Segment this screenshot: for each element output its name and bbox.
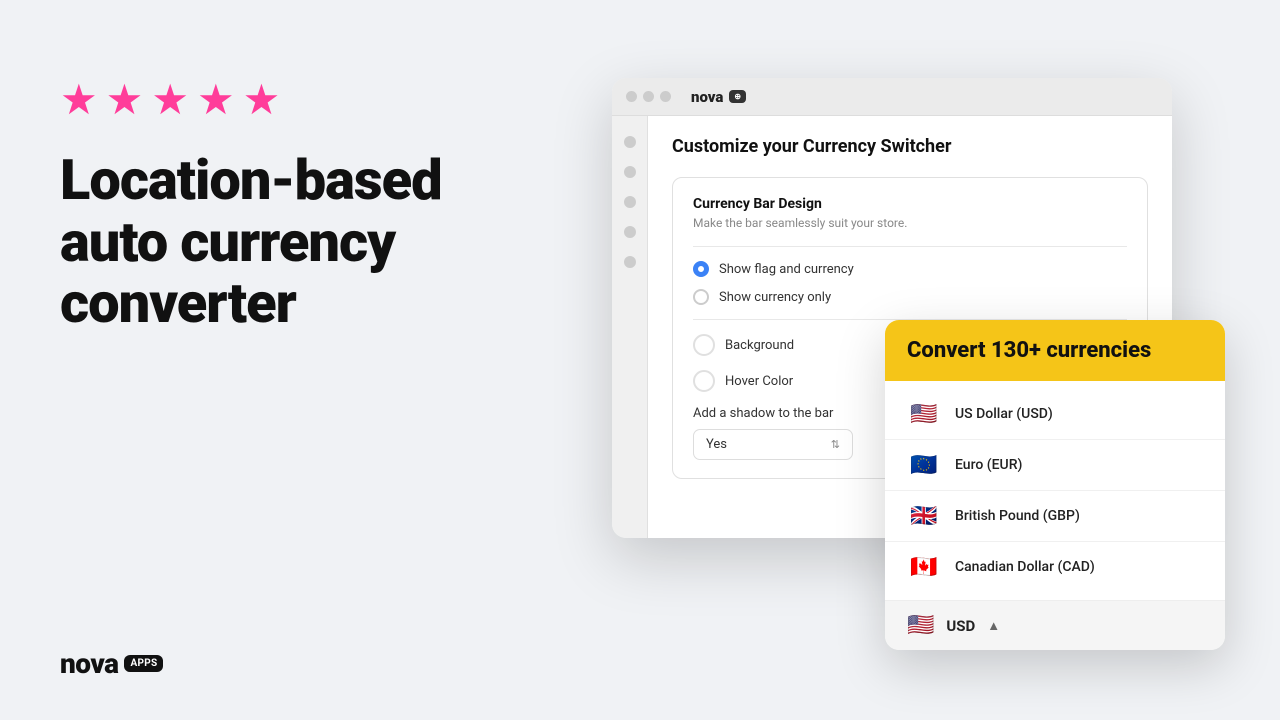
browser-titlebar: nova ⊕ <box>612 78 1172 116</box>
currency-name-cad: Canadian Dollar (CAD) <box>955 559 1095 575</box>
customize-title: Customize your Currency Switcher <box>672 136 1148 157</box>
card-title: Currency Bar Design <box>693 196 1127 212</box>
currency-item-usd[interactable]: 🇺🇸 US Dollar (USD) <box>885 389 1225 440</box>
nova-logo-text: nova <box>60 647 118 680</box>
radio-currency-only[interactable] <box>693 289 709 305</box>
background-swatch[interactable] <box>693 334 715 356</box>
star-3: ★ <box>151 80 189 122</box>
star-2: ★ <box>106 80 144 122</box>
currency-footer[interactable]: 🇺🇸 USD ▲ <box>885 600 1225 650</box>
divider-1 <box>693 246 1127 247</box>
left-section: ★ ★ ★ ★ ★ Location-based auto currency c… <box>60 80 540 335</box>
sidebar-dot-4 <box>624 226 636 238</box>
radio-option-currency-only[interactable]: Show currency only <box>693 289 1127 305</box>
shadow-select[interactable]: Yes ⇅ <box>693 429 853 460</box>
nova-logo-badge: apps <box>124 655 163 672</box>
currency-header: Convert 130+ currencies <box>885 320 1225 381</box>
currency-name-gbp: British Pound (GBP) <box>955 508 1080 524</box>
sidebar-dot-5 <box>624 256 636 268</box>
hover-color-label: Hover Color <box>725 374 793 389</box>
star-4: ★ <box>197 80 235 122</box>
stars-row: ★ ★ ★ ★ ★ <box>60 80 540 122</box>
dot-yellow <box>643 91 654 102</box>
browser-brand-text: nova <box>691 88 723 106</box>
star-1: ★ <box>60 80 98 122</box>
star-5: ★ <box>243 80 281 122</box>
dot-red <box>626 91 637 102</box>
nova-logo-bottom: nova apps <box>60 647 163 680</box>
currency-list: 🇺🇸 US Dollar (USD) 🇪🇺 Euro (EUR) 🇬🇧 Brit… <box>885 381 1225 600</box>
browser-dots <box>626 91 671 102</box>
footer-arrow-icon: ▲ <box>987 618 1000 634</box>
footer-code: USD <box>946 617 975 635</box>
sidebar-dot-1 <box>624 136 636 148</box>
dot-green <box>660 91 671 102</box>
currency-item-cad[interactable]: 🇨🇦 Canadian Dollar (CAD) <box>885 542 1225 592</box>
flag-eur: 🇪🇺 <box>907 453 941 477</box>
flag-usd: 🇺🇸 <box>907 402 941 426</box>
sidebar-dot-2 <box>624 166 636 178</box>
card-subtitle: Make the bar seamlessly suit your store. <box>693 216 1127 230</box>
currency-item-gbp[interactable]: 🇬🇧 British Pound (GBP) <box>885 491 1225 542</box>
headline: Location-based auto currency converter <box>60 150 540 335</box>
footer-flag: 🇺🇸 <box>907 613 934 638</box>
hover-color-swatch[interactable] <box>693 370 715 392</box>
sidebar-dot-3 <box>624 196 636 208</box>
radio-option-flag[interactable]: Show flag and currency <box>693 261 1127 277</box>
currency-name-eur: Euro (EUR) <box>955 457 1022 473</box>
radio-flag-label: Show flag and currency <box>719 262 854 277</box>
currency-header-text: Convert 130+ currencies <box>907 338 1151 363</box>
currency-item-eur[interactable]: 🇪🇺 Euro (EUR) <box>885 440 1225 491</box>
browser-brand: nova ⊕ <box>691 88 746 106</box>
browser-sidebar <box>612 116 648 538</box>
flag-gbp: 🇬🇧 <box>907 504 941 528</box>
flag-cad: 🇨🇦 <box>907 555 941 579</box>
currency-name-usd: US Dollar (USD) <box>955 406 1053 422</box>
browser-brand-badge: ⊕ <box>729 90 746 103</box>
select-arrow-icon: ⇅ <box>831 438 840 451</box>
shadow-value: Yes <box>706 437 727 452</box>
background-label: Background <box>725 338 794 353</box>
currency-card: Convert 130+ currencies 🇺🇸 US Dollar (US… <box>885 320 1225 650</box>
radio-flag-selected[interactable] <box>693 261 709 277</box>
radio-currency-only-label: Show currency only <box>719 290 831 305</box>
